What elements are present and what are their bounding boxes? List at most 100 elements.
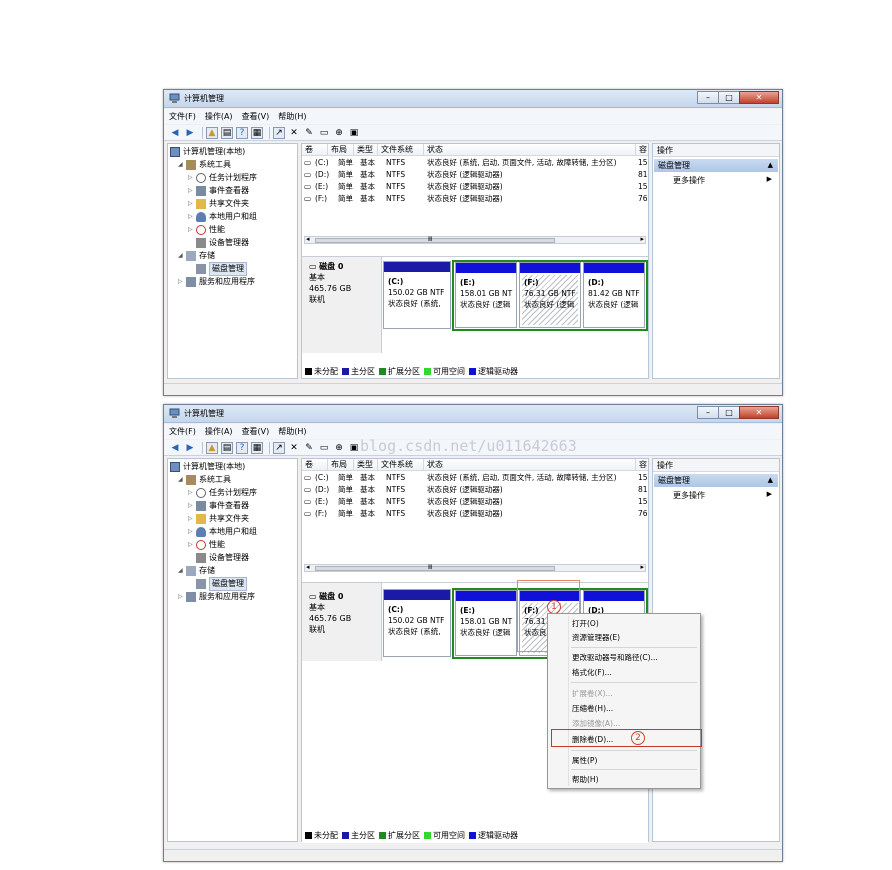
volume-row[interactable]: ▭ (E:) 简单 基本 NTFS 状态良好 (逻辑驱动器) 15 [302,496,648,508]
menu-format[interactable]: 格式化(F)... [572,667,612,678]
tree-services[interactable]: ▷ 服务和应用程序 [178,591,255,603]
help-icon[interactable]: ? [236,441,248,454]
menu-shrink-volume[interactable]: 压缩卷(H)... [572,703,613,714]
menu-explore[interactable]: 资源管理器(E) [572,632,620,643]
open-folder-icon[interactable]: ▭ [318,442,330,454]
col-layout[interactable]: 布局 [328,459,354,471]
menu-help[interactable]: 帮助(H) [273,424,310,437]
tree-local-users[interactable]: ▷ 本地用户和组 [188,526,257,538]
tree-device-manager[interactable]: 设备管理器 [196,237,249,249]
console-icon[interactable]: ▦ [251,441,263,454]
col-type[interactable]: 类型 [354,459,378,471]
back-icon[interactable]: ◀ [169,127,181,139]
minimize-button[interactable]: – [697,406,719,419]
volume-row[interactable]: ▭ (E:) 简单 基本 NTFS 状态良好 (逻辑驱动器) 15 [302,181,648,193]
up-folder-icon[interactable]: ▲ [206,126,218,139]
tree-services[interactable]: ▷ 服务和应用程序 [178,276,255,288]
horizontal-scrollbar[interactable]: ◂ Ⅲ ▸ [304,563,646,572]
partition-e[interactable]: (E:) 158.01 GB NT 状态良好 (逻辑 [455,590,517,656]
menu-change-drive-letter[interactable]: 更改驱动器号和路径(C)... [572,652,658,663]
maximize-button[interactable]: □ [718,406,740,419]
export-icon[interactable]: ▣ [348,442,360,454]
partition-e[interactable]: (E:) 158.01 GB NT 状态良好 (逻辑 [455,262,517,328]
partition-c[interactable]: (C:) 150.02 GB NTF 状态良好 (系统, [383,589,451,657]
close-button[interactable]: ✕ [739,406,779,419]
volume-row[interactable]: ▭ (D:) 简单 基本 NTFS 状态良好 (逻辑驱动器) 81 [302,484,648,496]
partition-d[interactable]: (D:) 81.42 GB NTF 状态良好 (逻辑 [583,262,645,328]
tree-device-manager[interactable]: 设备管理器 [196,552,249,564]
maximize-button[interactable]: □ [718,91,740,104]
show-tree-icon[interactable]: ▤ [221,126,233,139]
col-layout[interactable]: 布局 [328,144,354,156]
tree-root[interactable]: 计算机管理(本地) [170,146,245,158]
tree-task-scheduler[interactable]: ▷ 任务计划程序 [188,487,257,499]
tree-event-viewer[interactable]: ▷ 事件查看器 [188,185,249,197]
menu-action[interactable]: 操作(A) [200,424,237,437]
menu-help[interactable]: 帮助(H) [273,109,310,122]
open-folder-icon[interactable]: ▭ [318,127,330,139]
menu-view[interactable]: 查看(V) [237,424,274,437]
partition-c[interactable]: (C:) 150.02 GB NTF 状态良好 (系统, [383,261,451,329]
tree-performance[interactable]: ▷ 性能 [188,224,225,236]
delete-icon[interactable]: ✕ [288,442,300,454]
tree-performance[interactable]: ▷ 性能 [188,539,225,551]
show-tree-icon[interactable]: ▤ [221,441,233,454]
tree-storage[interactable]: ◢ 存储 [178,565,215,577]
collapse-icon[interactable]: ▲ [768,474,773,487]
connect-icon[interactable]: ↗ [273,126,285,139]
tree-shared-folders[interactable]: ▷ 共享文件夹 [188,198,249,210]
col-status[interactable]: 状态 [424,459,636,471]
tree-system-tools[interactable]: ◢ 系统工具 [178,474,231,486]
more-actions[interactable]: 更多操作 [673,175,705,186]
search-icon[interactable]: ⊕ [333,442,345,454]
tree-disk-management[interactable]: 磁盘管理 [196,262,247,276]
menu-properties[interactable]: 属性(P) [572,755,597,766]
volume-row[interactable]: ▭ (F:) 简单 基本 NTFS 状态良好 (逻辑驱动器) 76 [302,508,648,520]
console-icon[interactable]: ▦ [251,126,263,139]
tree-task-scheduler[interactable]: ▷ 任务计划程序 [188,172,257,184]
col-filesystem[interactable]: 文件系统 [378,459,424,471]
tree-local-users[interactable]: ▷ 本地用户和组 [188,211,257,223]
search-icon[interactable]: ⊕ [333,127,345,139]
tree-event-viewer[interactable]: ▷ 事件查看器 [188,500,249,512]
forward-icon[interactable]: ▶ [184,127,196,139]
export-icon[interactable]: ▣ [348,127,360,139]
tree-system-tools[interactable]: ◢ 系统工具 [178,159,231,171]
partition-f[interactable]: (F:) 76.31 GB NTF 状态良好 (逻辑 [519,262,581,328]
menu-help[interactable]: 帮助(H) [572,774,599,785]
more-actions[interactable]: 更多操作 [673,490,705,501]
volume-row[interactable]: ▭ (F:) 简单 基本 NTFS 状态良好 (逻辑驱动器) 76 [302,193,648,205]
menu-file[interactable]: 文件(F) [164,109,200,122]
collapse-icon[interactable]: ▲ [768,159,773,172]
volume-row[interactable]: ▭ (D:) 简单 基本 NTFS 状态良好 (逻辑驱动器) 81 [302,169,648,181]
up-folder-icon[interactable]: ▲ [206,441,218,454]
col-volume[interactable]: 卷 [302,144,328,156]
tree-root[interactable]: 计算机管理(本地) [170,461,245,473]
menu-action[interactable]: 操作(A) [200,109,237,122]
properties-icon[interactable]: ✎ [303,442,315,454]
actions-section-disk-management[interactable]: 磁盘管理 ▲ [654,474,778,487]
col-filesystem[interactable]: 文件系统 [378,144,424,156]
tree-disk-management[interactable]: 磁盘管理 [196,577,247,591]
menu-open[interactable]: 打开(O) [572,618,599,629]
tree-storage[interactable]: ◢ 存储 [178,250,215,262]
close-button[interactable]: ✕ [739,91,779,104]
col-capacity[interactable]: 容 [636,459,648,471]
volume-row[interactable]: ▭ (C:) 简单 基本 NTFS 状态良好 (系统, 启动, 页面文件, 活动, 故障转… [302,157,648,169]
actions-section-disk-management[interactable]: 磁盘管理 ▲ [654,159,778,172]
col-capacity[interactable]: 容 [636,144,648,156]
col-type[interactable]: 类型 [354,144,378,156]
col-status[interactable]: 状态 [424,144,636,156]
help-icon[interactable]: ? [236,126,248,139]
horizontal-scrollbar[interactable]: ◂ Ⅲ ▸ [304,235,646,244]
properties-icon[interactable]: ✎ [303,127,315,139]
forward-icon[interactable]: ▶ [184,442,196,454]
menu-file[interactable]: 文件(F) [164,424,200,437]
menu-view[interactable]: 查看(V) [237,109,274,122]
volume-row[interactable]: ▭ (C:) 简单 基本 NTFS 状态良好 (系统, 启动, 页面文件, 活动, 故障转… [302,472,648,484]
back-icon[interactable]: ◀ [169,442,181,454]
col-volume[interactable]: 卷 [302,459,328,471]
connect-icon[interactable]: ↗ [273,441,285,454]
minimize-button[interactable]: – [697,91,719,104]
delete-icon[interactable]: ✕ [288,127,300,139]
